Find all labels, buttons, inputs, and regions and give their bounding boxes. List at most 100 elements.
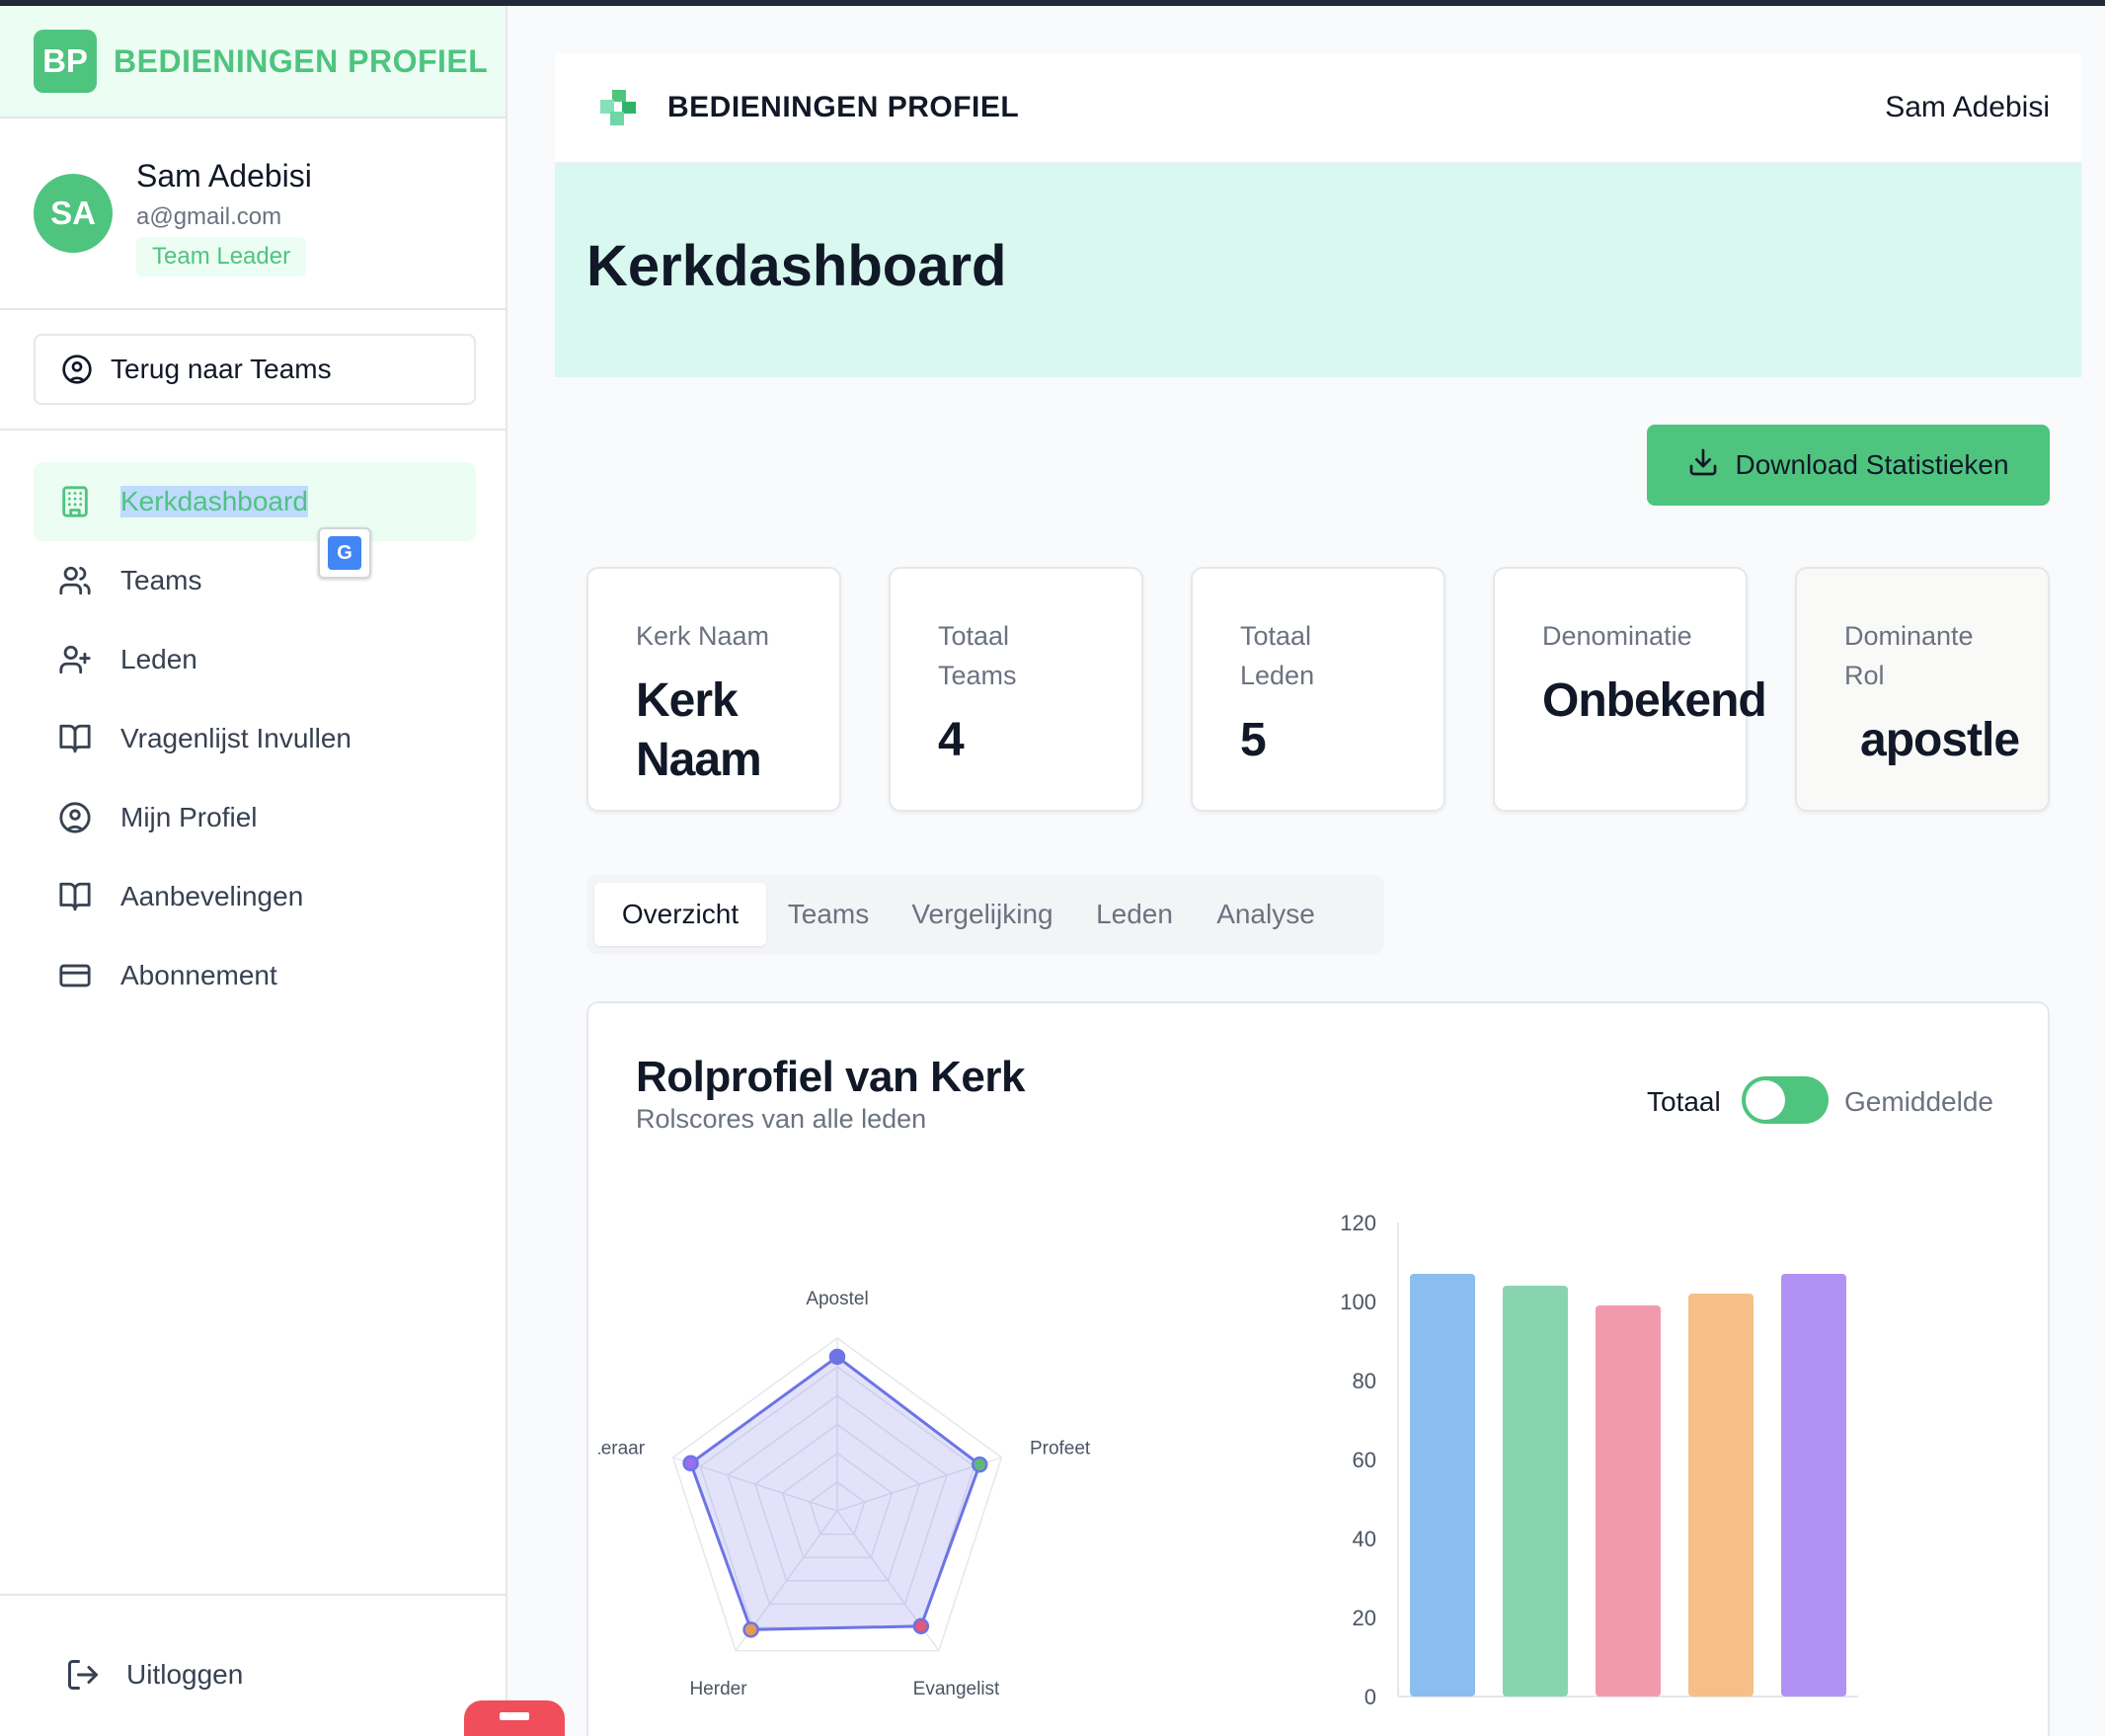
logout-icon — [65, 1657, 101, 1693]
sidebar-brand[interactable]: BP BEDIENINGEN PROFIEL — [0, 6, 506, 118]
sidebar-item-label: Vragenlijst Invullen — [120, 723, 351, 753]
radar-chart: Apostel Profeet Evangelist Herder Leraar — [598, 1289, 1091, 1699]
radar-axis-label: Profeet — [1030, 1439, 1091, 1460]
logout-label: Uitloggen — [126, 1659, 244, 1690]
radar-point — [971, 1456, 988, 1473]
top-header: BEDIENINGEN PROFIEL Sam Adebisi — [555, 53, 2081, 164]
bar-y-tick-label: 0 — [1364, 1685, 1376, 1709]
sidebar-item-label: Leden — [120, 644, 197, 674]
stat-value: Onbekend — [1542, 674, 1767, 727]
bar-y-tick-label: 60 — [1353, 1448, 1376, 1472]
user-name: Sam Adebisi — [136, 158, 312, 194]
stat-card-totaal-leden: Totaal Leden 5 — [1191, 567, 1445, 812]
logout-section: Uitloggen — [0, 1594, 506, 1736]
sidebar-nav: Kerkdashboard Teams Leden Vragenlijst In… — [34, 462, 476, 1015]
bar-x-tick-label: Evangelist — [1535, 1717, 1638, 1720]
back-to-teams-label: Terug naar Teams — [111, 354, 332, 384]
radar-axis-label: Evangelist — [913, 1679, 1000, 1699]
back-to-teams-button[interactable]: Terug naar Teams — [34, 334, 476, 405]
stat-value: 4 — [938, 714, 965, 766]
radar-axis-label: Herder — [689, 1679, 747, 1699]
sidebar-item-kerkdashboard[interactable]: Kerkdashboard — [34, 462, 476, 541]
page-hero: Kerkdashboard — [555, 164, 2081, 377]
bar-y-tick-label: 80 — [1353, 1369, 1376, 1393]
bar-chart: 0 20 40 60 80 100 120 Apostel ProfeetEvangelist H… — [1340, 1211, 1858, 1720]
logout-button[interactable]: Uitloggen — [65, 1657, 243, 1693]
bar — [1410, 1274, 1475, 1697]
radar-axis-label: Leraar — [598, 1439, 646, 1460]
role-profile-panel: Rolprofiel van Kerk Rolscores van alle l… — [586, 1001, 2050, 1736]
sidebar-item-aanbevelingen[interactable]: Aanbevelingen — [34, 857, 476, 936]
book-open-icon — [57, 879, 93, 914]
bar — [1781, 1274, 1846, 1697]
sidebar-item-vragenlijst[interactable]: Vragenlijst Invullen — [34, 699, 476, 778]
brand-logo: BP — [34, 30, 97, 93]
google-translate-icon: G — [328, 536, 361, 570]
sidebar-item-leden[interactable]: Leden — [34, 620, 476, 699]
panel-title: Rolprofiel van Kerk — [636, 1053, 1025, 1101]
bar-x-tick-label: Leraar — [1755, 1717, 1823, 1720]
users-icon — [57, 563, 93, 598]
sidebar-item-label: Teams — [120, 565, 202, 595]
stat-label: Dominante Rol — [1844, 621, 1974, 690]
total-average-toggle[interactable] — [1742, 1076, 1829, 1124]
user-circle-icon — [57, 800, 93, 835]
bar — [1503, 1286, 1568, 1697]
user-profile: SA Sam Adebisi a@gmail.com Team Leader — [0, 118, 506, 310]
tab-bar: Overzicht Teams Vergelijking Leden Analy… — [586, 875, 1384, 954]
user-plus-icon — [57, 642, 93, 677]
header-user-name[interactable]: Sam Adebisi — [1885, 91, 2050, 124]
stat-label: Totaal Leden — [1240, 621, 1315, 690]
stat-card-dominante-rol: Dominante Rol apostle — [1795, 567, 2050, 812]
tab-vergelijking[interactable]: Vergelijking — [895, 883, 1070, 946]
sidebar-item-abonnement[interactable]: Abonnement — [34, 936, 476, 1015]
book-open-icon — [57, 721, 93, 756]
download-label: Download Statistieken — [1735, 449, 2009, 480]
radar-point — [828, 1348, 846, 1366]
sidebar: BP BEDIENINGEN PROFIEL SA Sam Adebisi a@… — [0, 6, 507, 1736]
user-email: a@gmail.com — [136, 203, 282, 230]
sidebar-item-label: Aanbevelingen — [120, 881, 304, 911]
stat-label: Kerk Naam — [636, 621, 770, 651]
sidebar-item-label: Abonnement — [120, 960, 277, 990]
sidebar-item-mijn-profiel[interactable]: Mijn Profiel — [34, 778, 476, 857]
building-icon — [57, 484, 93, 519]
download-icon — [1687, 446, 1719, 485]
tab-teams[interactable]: Teams — [774, 883, 883, 946]
radar-point — [682, 1455, 699, 1472]
bar — [1596, 1305, 1661, 1697]
panel-subtitle: Rolscores van alle leden — [636, 1104, 927, 1134]
radar-point — [742, 1621, 759, 1638]
toggle-label-total: Totaal — [1647, 1086, 1721, 1117]
download-statistics-button[interactable]: Download Statistieken — [1647, 425, 2050, 506]
bar-x-tick-label: Herder — [1660, 1717, 1731, 1720]
tab-leden[interactable]: Leden — [1080, 883, 1189, 946]
bar — [1688, 1294, 1754, 1697]
radar-series-area — [688, 1355, 982, 1631]
bar-x-tick-label: Profeet — [1471, 1717, 1545, 1720]
toggle-knob — [1746, 1080, 1785, 1120]
page-title: Kerkdashboard — [586, 234, 1007, 298]
floating-app-icon[interactable] — [464, 1700, 565, 1736]
credit-card-icon — [57, 958, 93, 993]
tab-overzicht[interactable]: Overzicht — [594, 883, 766, 946]
stat-value: apostle — [1860, 714, 2020, 766]
radar-point — [912, 1618, 930, 1635]
brand-name: BEDIENINGEN PROFIEL — [114, 42, 489, 79]
sidebar-item-teams[interactable]: Teams — [34, 541, 476, 620]
stat-label: Denominatie — [1542, 621, 1692, 651]
stat-label: Totaal Teams — [938, 621, 1017, 690]
avatar: SA — [34, 174, 113, 253]
bar-y-tick-label: 120 — [1340, 1211, 1376, 1235]
bar-y-tick-label: 20 — [1353, 1606, 1376, 1630]
stat-card-denominatie: Denominatie Onbekend — [1493, 567, 1767, 812]
stat-value: Kerk Naam — [636, 674, 762, 786]
translate-popup[interactable]: G — [318, 527, 371, 579]
bar-y-tick-label: 100 — [1340, 1290, 1376, 1314]
stat-card-totaal-teams: Totaal Teams 4 — [889, 567, 1143, 812]
tab-analyse[interactable]: Analyse — [1199, 883, 1333, 946]
bar-y-tick-label: 40 — [1353, 1527, 1376, 1551]
sidebar-item-label: Mijn Profiel — [120, 802, 258, 832]
app-logo-icon[interactable] — [600, 90, 636, 125]
radar-axis-label: Apostel — [806, 1289, 868, 1309]
